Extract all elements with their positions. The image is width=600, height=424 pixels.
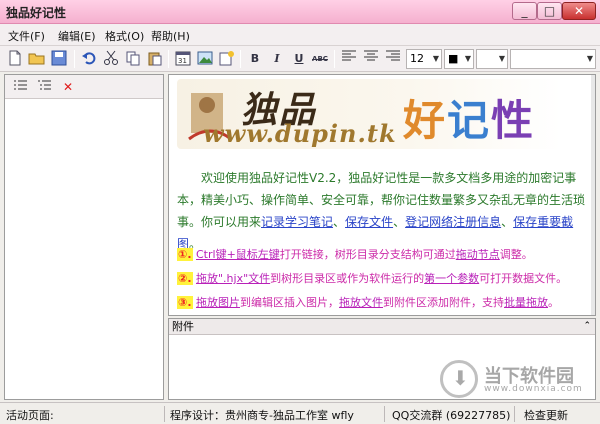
watermark-subtext: www.downxia.com: [484, 384, 583, 394]
align-right-icon[interactable]: [384, 50, 402, 68]
highlight-select[interactable]: ▼: [476, 49, 508, 69]
chevron-down-icon: ▼: [432, 54, 439, 63]
calendar-icon[interactable]: 31: [174, 50, 192, 68]
italic-button[interactable]: I: [268, 50, 286, 68]
window-title: 独品好记性: [6, 6, 67, 20]
logo-app-name: 好记性: [403, 96, 536, 145]
open-folder-icon[interactable]: [28, 50, 46, 68]
chevron-down-icon: ▼: [586, 54, 593, 63]
status-bar: 活动页面: 程序设计：贵州商专-独品工作室 wfly QQ交流群 (692277…: [0, 402, 600, 424]
delete-node-icon[interactable]: ✕: [59, 78, 77, 96]
chevron-down-icon: ▼: [464, 54, 471, 63]
tip-3: ③. 拖放图片到编辑区插入图片，拖放文件到附件区添加附件，支持批量拖放。: [177, 296, 559, 309]
font-family-select[interactable]: ▼: [510, 49, 596, 69]
title-bar: 独品好记性 _ □ ✕: [0, 0, 600, 24]
menu-format[interactable]: 格式(O): [105, 28, 144, 44]
logo-url-text: www.dupin.tk: [203, 119, 397, 148]
status-qq-group: QQ交流群 (69227785): [392, 409, 511, 422]
copy-icon[interactable]: [124, 50, 142, 68]
logo: 独品 www.dupin.tk 好记性: [177, 79, 561, 149]
align-left-icon[interactable]: [340, 50, 358, 68]
cut-icon[interactable]: [102, 50, 120, 68]
add-node-icon[interactable]: [11, 78, 29, 96]
new-file-icon[interactable]: [6, 50, 24, 68]
link-register-info[interactable]: 登记网络注册信息: [405, 215, 501, 229]
intro-paragraph: 欢迎使用独品好记性V2.2，独品好记性是一款多文档多用途的加密记事本，精美小巧、…: [177, 171, 586, 251]
status-designer: 程序设计：贵州商专-独品工作室 wfly: [170, 409, 354, 422]
font-size-select[interactable]: 12 ▼: [406, 49, 442, 69]
menu-help[interactable]: 帮助(H): [151, 28, 190, 44]
collapse-icon[interactable]: ⌃: [583, 319, 591, 334]
add-child-node-icon[interactable]: [35, 78, 53, 96]
font-color-select[interactable]: ■ ▼: [444, 49, 474, 69]
close-button[interactable]: ✕: [562, 2, 596, 20]
underline-button[interactable]: U: [290, 50, 308, 68]
save-icon[interactable]: [50, 50, 68, 68]
insert-image-icon[interactable]: [196, 50, 214, 68]
toolbar: 31 B I U ABC 12 ▼ ■ ▼ ▼ ▼: [0, 46, 600, 72]
tree-panel[interactable]: ✕: [4, 74, 164, 400]
editor-scrollbar[interactable]: [591, 75, 595, 315]
status-active-page: 活动页面:: [6, 409, 54, 422]
align-center-icon[interactable]: [362, 50, 380, 68]
color-swatch-icon: ■: [448, 52, 459, 65]
tip-1: ①. Ctrl键+鼠标左键打开链接，树形目录分支结构可通过拖动节点调整。: [177, 248, 533, 261]
menu-edit[interactable]: 编辑(E): [58, 28, 96, 44]
undo-icon[interactable]: [80, 50, 98, 68]
menu-bar: 文件(F) 编辑(E) 格式(O) 帮助(H): [0, 24, 600, 46]
minimize-button[interactable]: _: [512, 2, 537, 20]
download-arrow-icon: ⬇: [452, 366, 469, 390]
tip-2: ②. 拖放".hjx"文件到树形目录区或作为软件运行的第一个参数可打开数据文件。: [177, 272, 568, 285]
link-save-files[interactable]: 保存文件: [345, 215, 393, 229]
watermark: ⬇ 当下软件园 www.downxia.com: [440, 360, 600, 400]
chevron-down-icon: ▼: [498, 54, 505, 63]
attachments-header: 附件 ⌃: [169, 319, 595, 335]
paste-icon[interactable]: [146, 50, 164, 68]
menu-file[interactable]: 文件(F): [8, 28, 45, 44]
svg-text:31: 31: [178, 57, 187, 65]
bold-button[interactable]: B: [246, 50, 264, 68]
link-study-notes[interactable]: 记录学习笔记: [261, 215, 333, 229]
tree-toolbar: ✕: [5, 75, 163, 99]
font-size-value: 12: [410, 52, 424, 65]
editor-area[interactable]: 独品 www.dupin.tk 好记性 欢迎使用独品好记性V2.2，独品好记性是…: [168, 74, 596, 316]
maximize-button[interactable]: □: [537, 2, 562, 20]
strikethrough-button[interactable]: ABC: [311, 50, 329, 68]
attachments-label: 附件: [172, 320, 194, 333]
check-update-button[interactable]: 检查更新: [524, 407, 568, 423]
insert-note-icon[interactable]: [218, 50, 236, 68]
